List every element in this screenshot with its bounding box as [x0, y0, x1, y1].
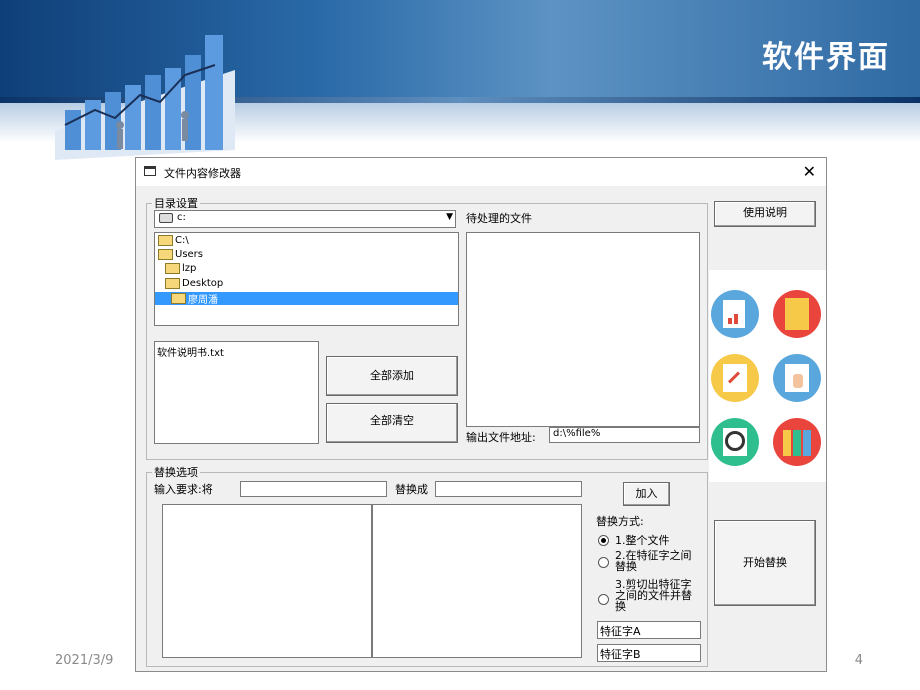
- folder-open-icon: [158, 235, 173, 246]
- icon-panel: [709, 270, 826, 482]
- mode-label-whole-file: 1.整个文件: [615, 534, 670, 547]
- marker-b-input[interactable]: 特征字B: [597, 644, 701, 662]
- tree-item-selected[interactable]: 廖周潘: [155, 292, 458, 306]
- mode-radio-cut-between-markers[interactable]: [598, 594, 609, 605]
- find-text-input[interactable]: [240, 481, 387, 497]
- pending-files-list[interactable]: [466, 232, 700, 427]
- start-replace-button[interactable]: 开始替换: [714, 520, 816, 606]
- binders-icon: [773, 418, 821, 466]
- close-icon[interactable]: ✕: [803, 162, 816, 181]
- clear-all-button[interactable]: 全部清空: [326, 403, 458, 443]
- file-list-item[interactable]: 软件说明书.txt: [157, 344, 224, 359]
- marker-b-value: 特征字B: [600, 648, 641, 661]
- app-window: 文件内容修改器 ✕ 目录设置 c: ▼ C:\ Users lzp Deskto…: [135, 157, 827, 672]
- window-title: 文件内容修改器: [164, 167, 241, 180]
- pending-files-label: 待处理的文件: [466, 212, 532, 225]
- input-requirement-label: 输入要求:将: [154, 483, 213, 496]
- replace-mode-label: 替换方式:: [596, 515, 644, 528]
- slide-title: 软件界面: [762, 40, 890, 75]
- folder-open-icon: [158, 249, 173, 260]
- report-icon: [711, 290, 759, 338]
- replace-options-legend: 替换选项: [152, 464, 200, 480]
- growth-chart-illustration: [55, 35, 235, 160]
- folder-open-icon: [171, 293, 186, 304]
- replace-list[interactable]: [372, 504, 582, 658]
- slide-date: 2021/3/9: [55, 653, 114, 668]
- notepad-icon: [773, 290, 821, 338]
- mode-label-cut-between-markers: 3.剪切出特征字之间的文件并替换: [615, 578, 692, 613]
- tree-item-lzp[interactable]: lzp: [165, 263, 196, 274]
- tree-item-root[interactable]: C:\: [158, 235, 189, 246]
- folder-open-icon: [165, 263, 180, 274]
- replace-text-input[interactable]: [435, 481, 582, 497]
- output-path-value: d:\%file%: [553, 428, 601, 439]
- output-path-label: 输出文件地址:: [466, 431, 536, 444]
- replace-with-label: 替换成: [395, 483, 428, 496]
- dir-settings-legend: 目录设置: [152, 195, 200, 211]
- mode-radio-whole-file[interactable]: [598, 535, 609, 546]
- document-pen-icon: [711, 354, 759, 402]
- tree-item-users[interactable]: Users: [158, 249, 203, 260]
- app-icon: [144, 166, 156, 176]
- marker-a-input[interactable]: 特征字A: [597, 621, 701, 639]
- add-all-button[interactable]: 全部添加: [326, 356, 458, 396]
- output-path-input[interactable]: d:\%file%: [549, 427, 700, 443]
- magnifier-icon: [711, 418, 759, 466]
- help-button[interactable]: 使用说明: [714, 201, 816, 227]
- drive-value: c:: [177, 212, 186, 223]
- slide-page-number: 4: [854, 653, 863, 668]
- mode-label-between-markers: 2.在特征字之间替换: [615, 549, 692, 573]
- marker-a-value: 特征字A: [600, 625, 641, 638]
- tree-item-desktop[interactable]: Desktop: [165, 278, 223, 289]
- window-titlebar: 文件内容修改器 ✕: [136, 158, 826, 186]
- directory-tree[interactable]: C:\ Users lzp Desktop 廖周潘: [154, 232, 459, 326]
- file-list[interactable]: 软件说明书.txt: [154, 341, 319, 444]
- mode-radio-between-markers[interactable]: [598, 557, 609, 568]
- drive-select[interactable]: c: ▼: [154, 210, 456, 228]
- drive-icon: [159, 213, 173, 223]
- hand-document-icon: [773, 354, 821, 402]
- find-list[interactable]: [162, 504, 372, 658]
- add-button[interactable]: 加入: [623, 482, 670, 506]
- chevron-down-icon[interactable]: ▼: [446, 212, 453, 222]
- folder-open-icon: [165, 278, 180, 289]
